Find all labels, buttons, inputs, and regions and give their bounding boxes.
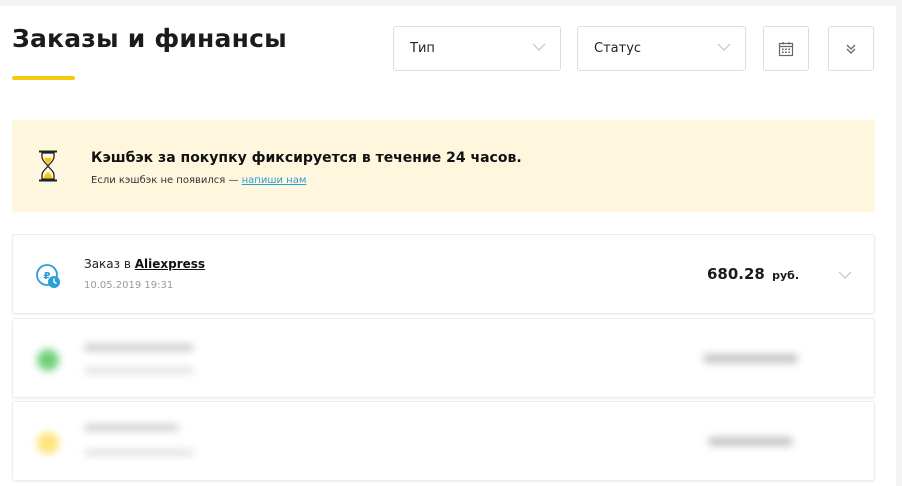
orders-panel: Заказы и финансы Тип Статус Кэшбэк за по… — [0, 6, 896, 486]
type-filter-label: Тип — [410, 41, 435, 56]
double-chevron-down-icon — [846, 44, 856, 54]
chevron-down-icon — [532, 43, 546, 51]
order-card[interactable]: ₽ Заказ в Aliexpress 10.05.2019 19:31 68… — [12, 234, 875, 314]
status-filter-select[interactable]: Статус — [577, 26, 746, 71]
page-title: Заказы и финансы — [12, 24, 287, 53]
blurred-title — [84, 344, 194, 351]
order-title: Заказ в Aliexpress — [84, 257, 205, 271]
hourglass-icon — [39, 150, 57, 182]
chevron-down-icon — [717, 43, 731, 51]
blurred-amount — [708, 437, 793, 446]
order-title-prefix: Заказ в — [84, 257, 135, 271]
order-currency: руб. — [772, 269, 799, 282]
cashback-clock-icon: ₽ — [36, 264, 60, 288]
order-amount-value: 680.28 — [706, 265, 765, 283]
calendar-icon — [778, 41, 794, 56]
blurred-date — [84, 367, 194, 374]
blurred-title — [84, 424, 179, 431]
store-link[interactable]: Aliexpress — [135, 257, 205, 271]
expand-filters-button[interactable] — [828, 26, 874, 71]
title-underline — [12, 76, 75, 80]
blurred-order-card — [12, 318, 875, 398]
order-date: 10.05.2019 19:31 — [84, 280, 174, 291]
contact-us-link[interactable]: напиши нам — [242, 175, 307, 186]
order-amount: 680.28 руб. — [707, 265, 799, 283]
blurred-amount — [703, 354, 798, 363]
type-filter-select[interactable]: Тип — [393, 26, 561, 71]
blurred-icon — [37, 349, 59, 371]
notice-subtitle: Если кэшбэк не появился — напиши нам — [91, 175, 306, 186]
notice-subtitle-text: Если кэшбэк не появился — — [91, 175, 242, 186]
cashback-notice: Кэшбэк за покупку фиксируется в течение … — [12, 120, 875, 212]
blurred-date — [84, 449, 194, 456]
blurred-order-card — [12, 401, 875, 481]
notice-title: Кэшбэк за покупку фиксируется в течение … — [91, 150, 522, 166]
calendar-button[interactable] — [763, 26, 809, 71]
chevron-down-icon[interactable] — [838, 269, 852, 281]
status-filter-label: Статус — [594, 41, 642, 56]
blurred-icon — [37, 432, 59, 454]
